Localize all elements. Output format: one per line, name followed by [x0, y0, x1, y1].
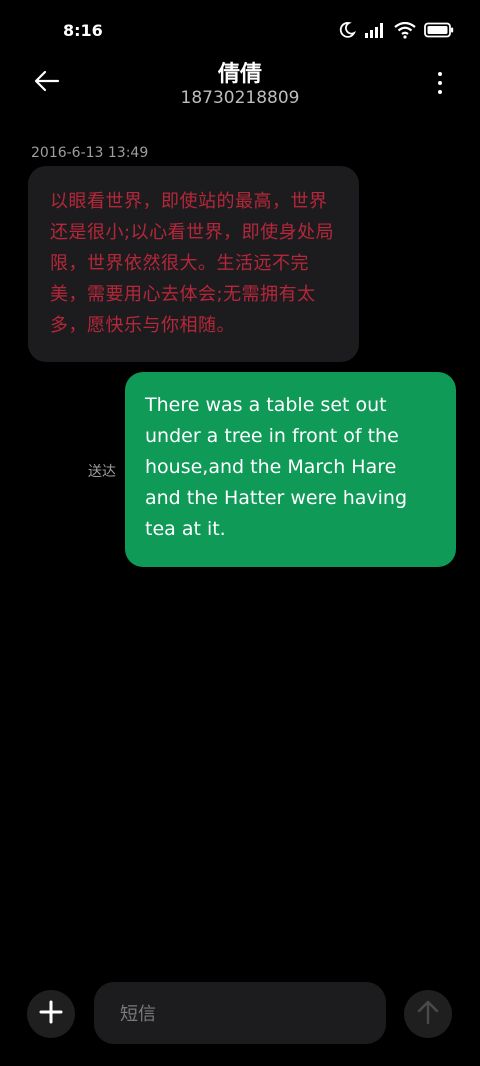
- message-input[interactable]: 短信: [94, 982, 386, 1044]
- message-timestamp: 2016-6-13 13:49: [31, 145, 149, 161]
- delivery-status: 送达: [88, 464, 116, 480]
- contact-number: 18730218809: [180, 88, 300, 108]
- battery-icon: [424, 22, 454, 38]
- more-options-button[interactable]: [430, 68, 450, 98]
- add-attachment-button[interactable]: [27, 990, 75, 1038]
- signal-icon: [364, 22, 386, 38]
- outgoing-message-text: There was a table set out under a tree i…: [145, 394, 408, 540]
- more-vertical-icon: [438, 72, 442, 76]
- incoming-message-bubble[interactable]: 以眼看世界，即使站的最高，世界还是很小;以心看世界，即使身处局限，世界依然很大。…: [28, 166, 359, 362]
- status-bar: 8:16: [0, 0, 480, 60]
- send-button[interactable]: [404, 990, 452, 1038]
- outgoing-message-bubble[interactable]: There was a table set out under a tree i…: [125, 372, 456, 567]
- incoming-message-text: 以眼看世界，即使站的最高，世界还是很小;以心看世界，即使身处局限，世界依然很大。…: [50, 191, 335, 336]
- arrow-up-icon: [416, 999, 440, 1029]
- status-time: 8:16: [63, 21, 103, 40]
- conversation-header: 倩倩 18730218809: [0, 52, 480, 114]
- status-icons: [338, 21, 454, 39]
- moon-icon: [338, 21, 356, 39]
- message-input-placeholder: 短信: [120, 1004, 156, 1025]
- wifi-icon: [394, 21, 416, 39]
- plus-icon: [39, 1000, 63, 1028]
- contact-name: 倩倩: [217, 62, 262, 87]
